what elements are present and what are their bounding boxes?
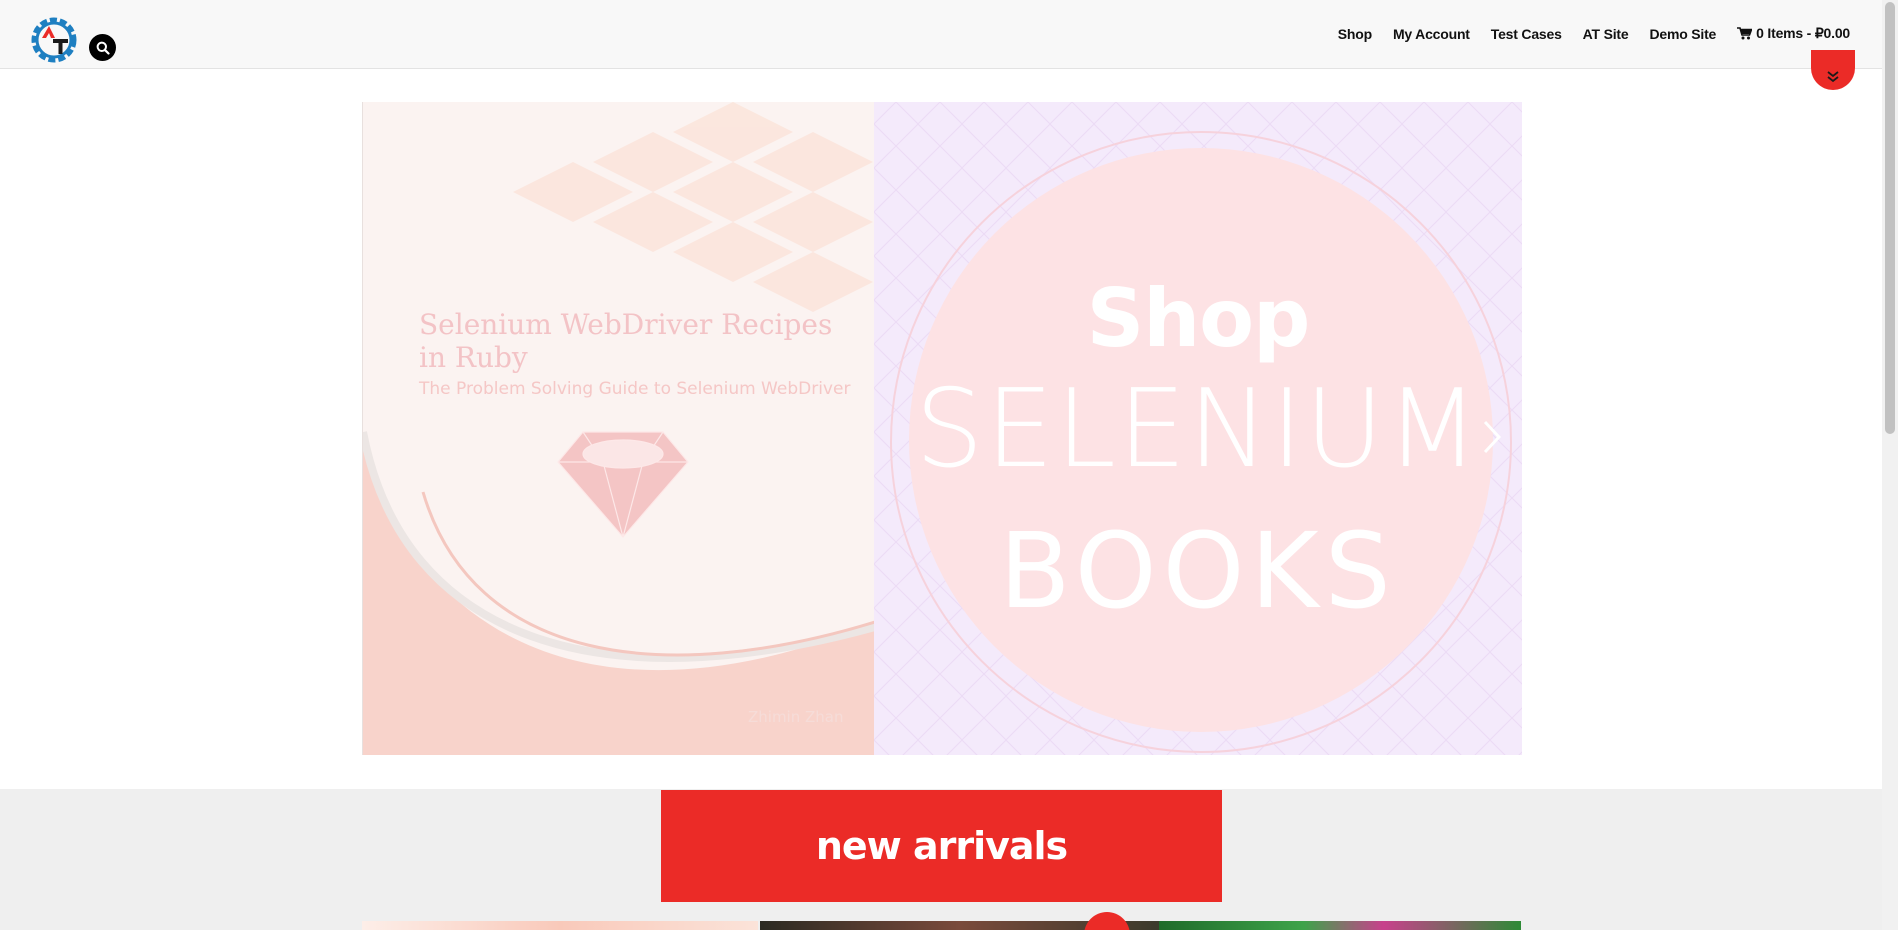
- nav-at-site[interactable]: AT Site: [1583, 26, 1629, 42]
- page-scrollbar[interactable]: [1882, 0, 1898, 930]
- arrivals-banner: new arrivals: [661, 790, 1222, 902]
- site-logo[interactable]: [28, 14, 80, 66]
- scrollbar-thumb[interactable]: [1885, 2, 1895, 434]
- nav-shop[interactable]: Shop: [1338, 26, 1372, 42]
- nav-test-cases[interactable]: Test Cases: [1491, 26, 1562, 42]
- site-header: Shop My Account Test Cases AT Site Demo …: [0, 0, 1882, 69]
- shopping-cart-icon: [1737, 27, 1753, 40]
- book-title: Selenium WebDriver Recipes in Ruby: [419, 308, 833, 374]
- main-nav: Shop My Account Test Cases AT Site Demo …: [1338, 25, 1850, 42]
- search-icon: [96, 41, 110, 55]
- arrivals-heading: new arrivals: [815, 824, 1068, 868]
- nav-my-account[interactable]: My Account: [1393, 26, 1470, 42]
- product-thumb-3[interactable]: [1159, 921, 1521, 930]
- book-cover-art: [363, 102, 874, 755]
- cart-summary: 0 Items - ₽0.00: [1756, 25, 1850, 41]
- book-author: Zhimin Zhan: [748, 708, 844, 726]
- slide-shop-selenium[interactable]: Shop SELENIUM BOOKS: [874, 102, 1522, 755]
- product-thumb-1[interactable]: [362, 921, 758, 930]
- slide-book-cover[interactable]: Selenium WebDriver Recipes in Ruby The P…: [362, 102, 874, 755]
- double-chevron-down-icon: [1827, 71, 1839, 83]
- promo-shop-text: Shop: [1086, 272, 1311, 365]
- cart-link[interactable]: 0 Items - ₽0.00: [1737, 25, 1850, 42]
- promo-books-text: BOOKS: [999, 510, 1397, 632]
- slider-next-button[interactable]: [1477, 412, 1507, 462]
- scroll-down-button[interactable]: [1811, 50, 1855, 90]
- search-button[interactable]: [89, 34, 116, 61]
- hero-slider[interactable]: Selenium WebDriver Recipes in Ruby The P…: [362, 102, 1522, 755]
- page: Shop My Account Test Cases AT Site Demo …: [0, 0, 1898, 930]
- book-subtitle: The Problem Solving Guide to Selenium We…: [419, 379, 851, 399]
- chevron-right-icon: [1483, 420, 1502, 454]
- gear-logo-icon: [31, 17, 77, 63]
- nav-demo-site[interactable]: Demo Site: [1649, 26, 1716, 42]
- promo-selenium-text: SELENIUM: [914, 367, 1482, 492]
